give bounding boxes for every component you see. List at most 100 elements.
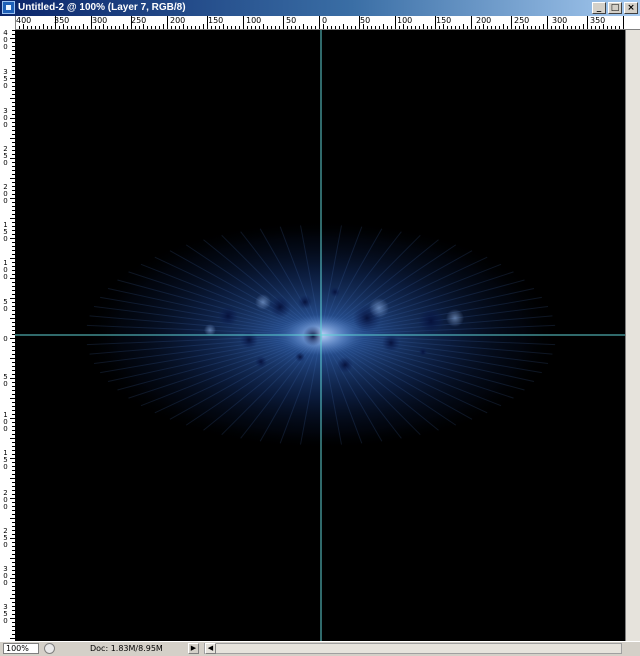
ruler-tick — [363, 24, 364, 29]
ruler-label: 200 — [3, 183, 8, 205]
navigator-icon[interactable] — [44, 643, 55, 654]
ruler-tick — [515, 26, 516, 29]
ruler-tick — [547, 16, 548, 29]
ruler-tick — [51, 26, 52, 29]
ruler-tick — [423, 24, 424, 29]
horizontal-ruler[interactable]: 400 350 300 250 200 150 100 50 0 50 100 … — [0, 16, 640, 30]
zoom-input[interactable]: 100% — [3, 643, 39, 654]
ruler-tick — [327, 26, 328, 29]
ruler-tick — [483, 24, 484, 29]
ruler-tick — [607, 26, 608, 29]
orb — [330, 287, 340, 297]
horizontal-scrollbar[interactable]: ◀ — [204, 643, 622, 654]
ruler-tick — [599, 26, 600, 29]
ruler-tick — [403, 24, 404, 29]
maximize-button[interactable]: □ — [608, 2, 622, 14]
ruler-tick — [239, 26, 240, 29]
scroll-left-arrow-icon[interactable]: ◀ — [205, 643, 216, 654]
ruler-tick — [335, 26, 336, 29]
ruler-tick — [75, 26, 76, 29]
ruler-tick — [207, 16, 208, 29]
ruler-label: 0 — [3, 335, 8, 343]
minimize-button[interactable]: _ — [592, 2, 606, 14]
ruler-tick — [19, 26, 20, 29]
ruler-tick — [35, 26, 36, 29]
ruler-tick — [371, 26, 372, 29]
ruler-tick — [375, 26, 376, 29]
ruler-tick — [175, 26, 176, 29]
title-bar[interactable]: Untitled-2 @ 100% (Layer 7, RGB/8) _ □ × — [0, 0, 640, 16]
ruler-tick — [331, 26, 332, 29]
orb — [382, 334, 400, 352]
orb — [303, 326, 323, 346]
ruler-tick — [623, 16, 624, 29]
close-button[interactable]: × — [624, 2, 638, 14]
orb — [418, 308, 444, 334]
ruler-tick — [355, 26, 356, 29]
ruler-tick — [263, 24, 264, 29]
ruler-label: 150 — [208, 16, 224, 25]
ruler-tick — [103, 24, 104, 29]
ruler-tick — [543, 24, 544, 29]
ruler-tick — [147, 26, 148, 29]
vertical-ruler[interactable]: 400 350 300 250 200 150 100 50 0 50 100 … — [0, 16, 16, 641]
ruler-tick — [447, 26, 448, 29]
spark — [255, 294, 271, 310]
ruler-label: 300 — [92, 16, 108, 25]
ruler-tick — [167, 16, 168, 29]
ruler-label: 50 — [286, 16, 297, 25]
orb — [337, 357, 353, 373]
ruler-tick — [407, 26, 408, 29]
ruler-tick — [579, 26, 580, 29]
ruler-tick — [303, 24, 304, 29]
ruler-tick — [291, 26, 292, 29]
ruler-tick — [595, 26, 596, 29]
ruler-tick — [235, 26, 236, 29]
ruler-tick — [459, 26, 460, 29]
ruler-tick — [255, 26, 256, 29]
orb — [218, 306, 238, 326]
orb — [295, 352, 305, 362]
vertical-scrollbar[interactable] — [625, 30, 640, 641]
ruler-tick — [535, 26, 536, 29]
ruler-tick — [259, 26, 260, 29]
ruler-tick — [191, 26, 192, 29]
ruler-tick — [47, 26, 48, 29]
window-title: Untitled-2 @ 100% (Layer 7, RGB/8) — [18, 2, 186, 13]
ruler-label: 50 — [3, 373, 8, 388]
ruler-tick — [163, 24, 164, 29]
ruler-tick — [95, 26, 96, 29]
ruler-tick — [367, 26, 368, 29]
ruler-tick — [611, 26, 612, 29]
ruler-tick — [27, 26, 28, 29]
ruler-label: 50 — [360, 16, 371, 25]
status-menu-arrow-icon[interactable]: ▶ — [188, 643, 199, 654]
ruler-tick — [155, 26, 156, 29]
ruler-tick — [471, 16, 472, 29]
doc-size-info[interactable]: Doc: 1.83M/8.95M — [90, 643, 163, 654]
orb — [269, 296, 291, 318]
ruler-tick — [107, 26, 108, 29]
ruler-tick — [223, 24, 224, 29]
ruler-tick — [71, 26, 72, 29]
ruler-tick — [439, 26, 440, 29]
ruler-tick — [539, 26, 540, 29]
ruler-tick — [415, 26, 416, 29]
ruler-tick — [219, 26, 220, 29]
ruler-tick — [499, 26, 500, 29]
ruler-tick — [587, 16, 588, 29]
orb — [255, 356, 267, 368]
ruler-tick — [479, 26, 480, 29]
document-canvas[interactable] — [15, 30, 625, 641]
ruler-label: 100 — [397, 16, 413, 25]
ruler-label: 250 — [3, 527, 8, 549]
ruler-label: 150 — [3, 221, 8, 243]
ruler-tick — [395, 16, 396, 29]
ruler-tick — [127, 26, 128, 29]
orb — [419, 348, 427, 356]
ruler-tick — [23, 24, 24, 29]
ruler-tick — [111, 26, 112, 29]
ruler-tick — [567, 26, 568, 29]
ruler-tick — [383, 24, 384, 29]
ruler-tick — [559, 26, 560, 29]
